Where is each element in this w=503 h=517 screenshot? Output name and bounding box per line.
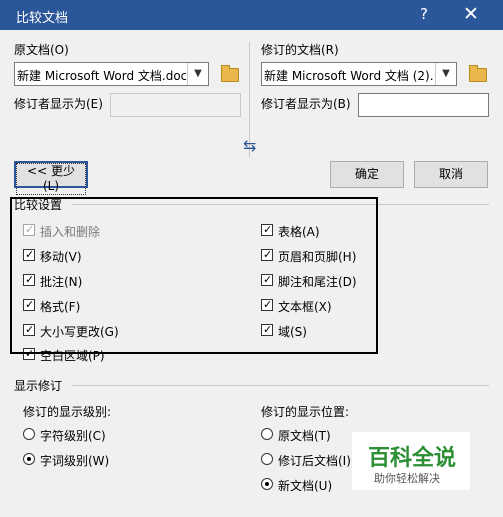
show-changes-title: 显示修订	[14, 379, 63, 393]
section-divider	[72, 385, 489, 386]
original-doc-value: 新建 Microsoft Word 文档.docx	[17, 69, 186, 83]
folder-open-icon[interactable]	[221, 65, 239, 82]
revised-doc-value: 新建 Microsoft Word 文档 (2).docx	[264, 69, 434, 83]
revised-reviser-input[interactable]	[358, 93, 489, 117]
original-doc-combo[interactable]: 新建 Microsoft Word 文档.docx ▼	[14, 62, 209, 86]
title-bar: 比较文档 ? ✕	[0, 0, 503, 30]
watermark-text: 百科全说	[368, 446, 457, 471]
radio-label: 新文档(U)	[278, 479, 333, 493]
help-button[interactable]: ?	[420, 5, 428, 23]
less-button-label: << 更少(L)	[16, 163, 86, 195]
swap-documents-icon[interactable]: ⇆	[243, 136, 256, 155]
chevron-down-icon[interactable]: ▼	[435, 63, 456, 85]
location-label: 修订的显示位置:	[261, 405, 350, 419]
revised-doc-combo[interactable]: 新建 Microsoft Word 文档 (2).docx ▼	[261, 62, 457, 86]
close-button[interactable]: ✕	[463, 3, 479, 25]
radio-label: 字符级别(C)	[40, 429, 106, 443]
radio-label: 修订后文档(I)	[278, 454, 351, 468]
less-button[interactable]: << 更少(L)	[14, 161, 88, 195]
original-reviser-input[interactable]	[110, 93, 241, 117]
compare-documents-dialog: 比较文档 ? ✕ 原文档(O) 新建 Microsoft Word 文档.doc…	[0, 0, 503, 517]
watermark-logo: 百科全说 助你轻松解决	[352, 432, 470, 490]
ok-button[interactable]: 确定	[330, 161, 404, 188]
dialog-title: 比较文档	[16, 11, 69, 26]
radio-circle[interactable]	[261, 478, 273, 490]
radio-circle[interactable]	[23, 428, 35, 440]
radio-label: 原文档(T)	[278, 429, 331, 443]
radio-label: 字词级别(W)	[40, 454, 110, 468]
original-reviser-label: 修订者显示为(E)	[14, 97, 103, 111]
chevron-down-icon[interactable]: ▼	[187, 63, 208, 85]
level-label: 修订的显示级别:	[23, 405, 112, 419]
revised-reviser-label: 修订者显示为(B)	[261, 97, 351, 111]
watermark-subtext: 助你轻松解决	[374, 472, 440, 485]
revised-doc-label: 修订的文档(R)	[261, 43, 339, 57]
radio-circle[interactable]	[261, 428, 273, 440]
annotation-highlight-box	[10, 197, 378, 354]
radio-circle[interactable]	[261, 453, 273, 465]
radio-circle[interactable]	[23, 453, 35, 465]
folder-open-icon[interactable]	[469, 65, 487, 82]
cancel-button[interactable]: 取消	[414, 161, 488, 188]
original-doc-label: 原文档(O)	[14, 43, 69, 57]
